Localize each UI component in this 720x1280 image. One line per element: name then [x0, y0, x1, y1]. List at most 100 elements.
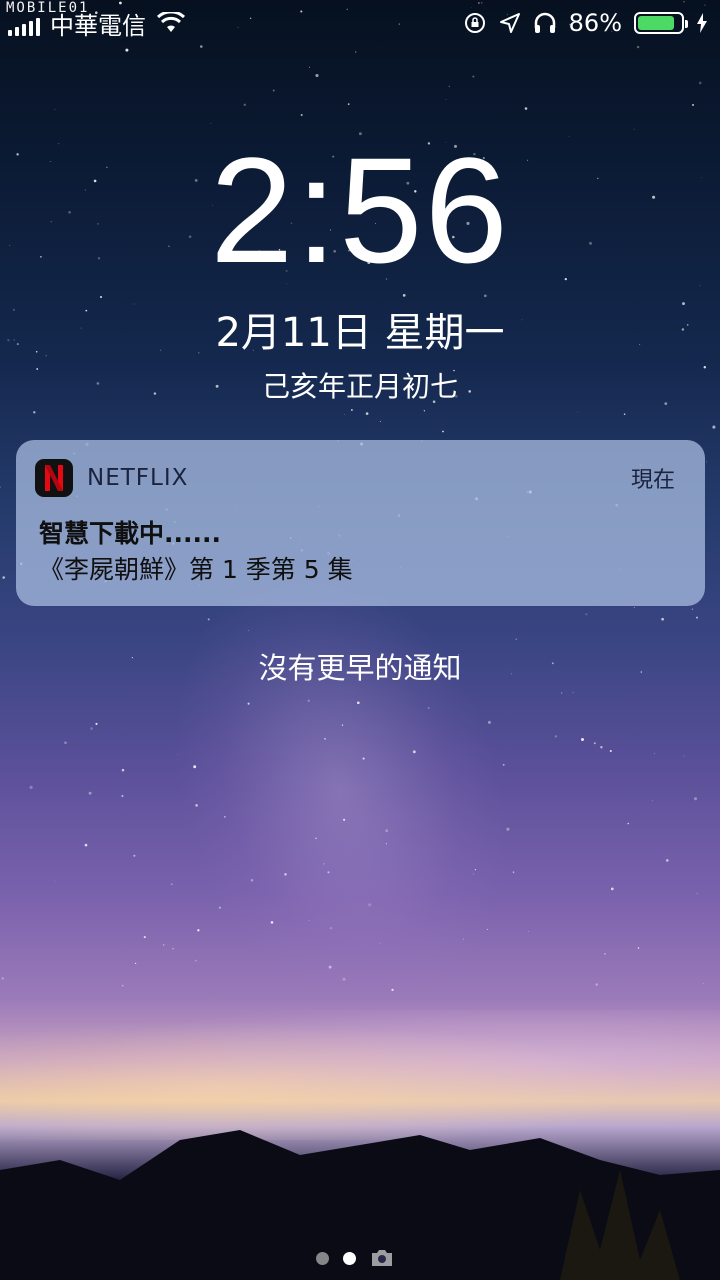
- star: [600, 746, 603, 749]
- star: [379, 421, 381, 423]
- star: [698, 81, 702, 85]
- star: [95, 722, 98, 725]
- status-bar: 中華電信 86%: [0, 0, 720, 46]
- lunar-date: 己亥年正月初七: [261, 370, 458, 403]
- star: [524, 107, 528, 110]
- lock-screen-time: 2:56: [210, 126, 510, 294]
- star: [483, 294, 487, 298]
- star: [623, 413, 626, 416]
- star: [355, 51, 357, 53]
- star: [343, 414, 345, 416]
- star: [693, 797, 698, 801]
- star: [84, 843, 88, 847]
- star: [194, 959, 197, 962]
- charging-icon: [697, 13, 707, 33]
- star: [696, 616, 698, 619]
- star: [699, 285, 701, 286]
- star: [661, 617, 664, 621]
- star: [133, 854, 136, 857]
- star: [502, 763, 505, 766]
- star: [706, 461, 707, 463]
- star: [143, 936, 146, 939]
- star: [554, 735, 558, 738]
- star: [702, 983, 705, 985]
- star: [88, 791, 92, 795]
- star: [197, 929, 200, 932]
- no-earlier-notifications-label: 沒有更早的通知: [258, 651, 462, 685]
- headphones-icon: [534, 12, 555, 33]
- star: [610, 887, 614, 891]
- star: [636, 45, 640, 49]
- star: [172, 948, 174, 950]
- battery-level: [638, 16, 675, 30]
- star: [272, 89, 275, 92]
- star: [696, 892, 698, 895]
- star: [572, 692, 574, 693]
- lock-screen-date: 2月11日 星期一: [215, 310, 505, 356]
- star: [90, 727, 94, 730]
- star: [472, 75, 475, 78]
- star: [309, 66, 311, 68]
- star: [445, 98, 447, 100]
- battery-percentage: 86%: [568, 9, 622, 37]
- star: [577, 411, 579, 413]
- star: [55, 880, 57, 882]
- star: [666, 859, 669, 862]
- star: [211, 998, 213, 999]
- star: [609, 749, 612, 753]
- star: [585, 613, 588, 616]
- notification-header: NETFLIX 現在: [35, 458, 675, 498]
- star: [633, 128, 635, 130]
- star: [243, 103, 246, 106]
- star: [595, 983, 598, 986]
- star: [0, 486, 1, 489]
- star: [561, 692, 563, 694]
- location-icon: [499, 13, 520, 33]
- battery-icon: [634, 12, 688, 34]
- star: [627, 822, 629, 825]
- star: [423, 410, 426, 412]
- star: [691, 608, 694, 610]
- star: [121, 984, 124, 987]
- star: [2, 576, 5, 579]
- star: [604, 953, 606, 955]
- page-indicator: [316, 1248, 394, 1268]
- rotation-lock-icon: [464, 13, 485, 33]
- star: [637, 947, 640, 949]
- star: [515, 638, 517, 640]
- star: [170, 883, 173, 886]
- star: [652, 800, 653, 802]
- camera-icon[interactable]: [370, 1248, 394, 1268]
- star: [315, 73, 319, 78]
- page-dot-2[interactable]: [343, 1251, 356, 1265]
- star: [712, 425, 716, 429]
- star: [162, 944, 165, 946]
- watermark-logo: MOBILE01: [6, 0, 90, 16]
- star: [134, 962, 137, 965]
- star: [33, 411, 36, 414]
- star: [54, 109, 56, 111]
- star: [99, 295, 103, 299]
- star: [125, 48, 129, 52]
- star: [633, 607, 635, 609]
- netflix-notification[interactable]: NETFLIX 現在 智慧下載中...... 《李屍朝鮮》第 1 季第 5 集: [16, 440, 705, 606]
- star: [300, 113, 303, 117]
- notification-app-name: NETFLIX: [87, 465, 189, 491]
- star: [350, 409, 353, 411]
- star: [121, 794, 124, 798]
- star: [64, 741, 67, 744]
- star: [1, 977, 4, 980]
- star: [121, 768, 125, 772]
- star: [692, 103, 694, 106]
- page-dot-1[interactable]: [316, 1251, 329, 1265]
- star: [593, 742, 596, 745]
- star: [347, 103, 350, 106]
- star: [448, 85, 451, 88]
- star: [402, 294, 406, 297]
- signal-icon: [8, 18, 40, 36]
- star: [210, 123, 212, 125]
- notification-time: 現在: [630, 468, 675, 493]
- star: [581, 738, 584, 741]
- star: [487, 720, 491, 724]
- star: [365, 412, 369, 415]
